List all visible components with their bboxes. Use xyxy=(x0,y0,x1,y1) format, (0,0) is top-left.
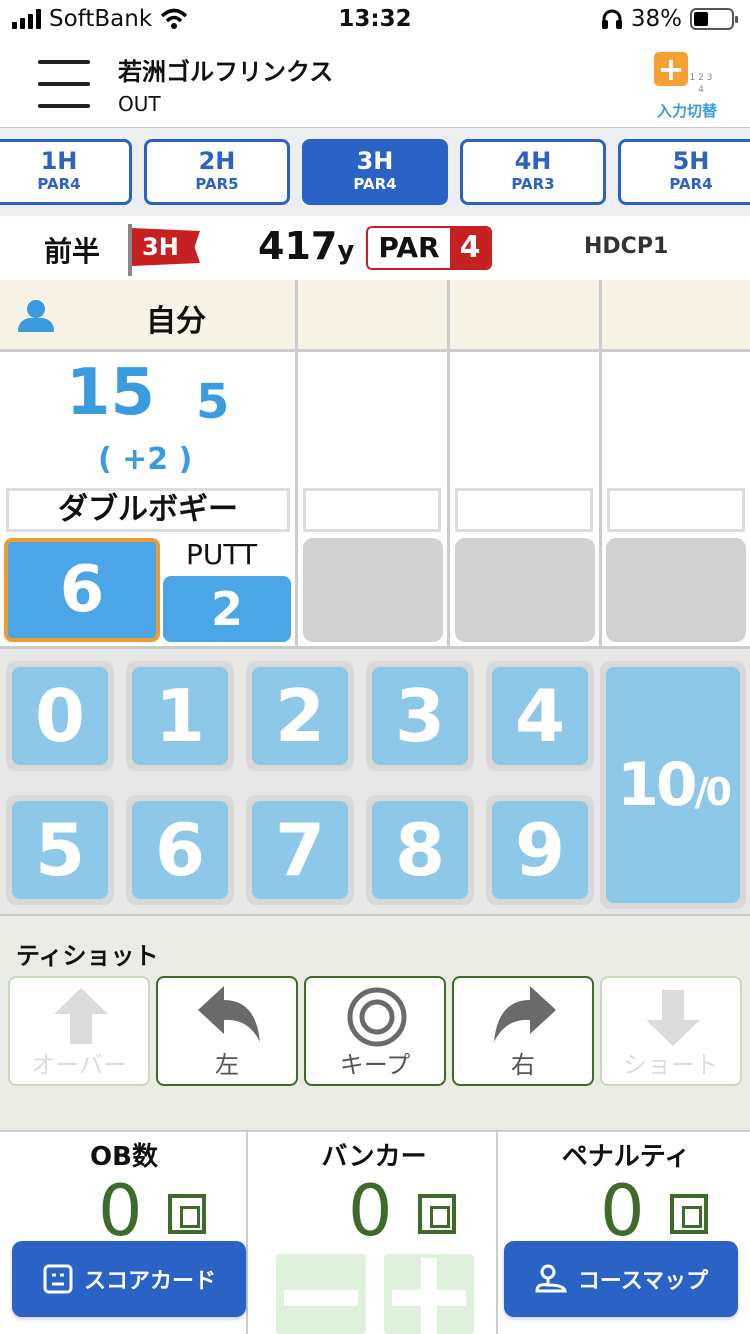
key-1[interactable]: 1 xyxy=(126,661,234,771)
hamburger-menu-icon[interactable] xyxy=(38,58,90,110)
empty-score-input[interactable] xyxy=(606,538,746,642)
status-bar: SoftBank 13:32 38% xyxy=(0,0,750,40)
key-0[interactable]: 0 xyxy=(6,661,114,771)
scorecard-button[interactable]: スコアカード xyxy=(12,1241,246,1317)
empty-player-slot[interactable] xyxy=(298,280,450,352)
tab-hole-1[interactable]: 1H PAR4 xyxy=(0,139,132,205)
tab-hole-2[interactable]: 2H PAR5 xyxy=(144,139,290,205)
flag-hole-label: 3H xyxy=(132,228,200,266)
player-header-row: 自分 xyxy=(0,280,750,352)
course-map-icon xyxy=(535,1264,567,1293)
empty-score-input[interactable] xyxy=(303,538,443,642)
plus-icon: + xyxy=(654,52,688,86)
times-unit-icon xyxy=(418,1194,456,1234)
strokes-input[interactable]: 6 xyxy=(4,538,160,642)
flag-icon: 3H xyxy=(128,224,204,276)
player-column-header[interactable]: 自分 xyxy=(0,280,298,352)
times-unit-icon xyxy=(168,1194,206,1234)
arrow-left-curve-icon xyxy=(198,986,260,1042)
empty-player-slot[interactable] xyxy=(450,280,602,352)
tee-left-button[interactable]: 左 xyxy=(156,976,298,1086)
app-header: 若洲ゴルフリンクス OUT + 1 2 3 4 入力切替 xyxy=(0,40,750,128)
plus-button[interactable] xyxy=(384,1254,474,1334)
tab-hole-3[interactable]: 3H PAR4 xyxy=(302,139,448,205)
tee-shot-title: ティショット xyxy=(16,942,159,970)
headphones-icon xyxy=(601,9,622,29)
key-3[interactable]: 3 xyxy=(366,661,474,771)
half-label: OUT xyxy=(118,92,161,116)
par-badge: PAR 4 xyxy=(366,226,492,270)
key-9[interactable]: 9 xyxy=(486,795,594,905)
user-icon xyxy=(16,300,56,334)
key-5[interactable]: 5 xyxy=(6,795,114,905)
hole-yardage: 417y xyxy=(258,224,355,268)
input-switch-label: 入力切替 xyxy=(656,102,717,120)
course-name: 若洲ゴルフリンクス xyxy=(118,58,334,86)
handicap-label: HDCP1 xyxy=(584,234,669,259)
tee-keep-button[interactable]: キープ xyxy=(304,976,446,1086)
arrow-down-icon xyxy=(646,990,700,1046)
empty-result-name xyxy=(607,488,745,532)
score-area: 15 5 ( +2 ) ダブルボギー 6 PUTT 2 xyxy=(0,352,750,646)
putt-input[interactable]: 2 xyxy=(163,576,291,642)
input-grid-icon: 1 2 3 4 xyxy=(689,73,713,95)
tee-shot-section: ティショット オーバー 左 キープ 右 ショート xyxy=(0,914,750,1130)
input-switch-button[interactable]: + 1 2 3 4 入力切替 xyxy=(652,50,722,122)
tab-hole-4[interactable]: 4H PAR3 xyxy=(460,139,606,205)
putt-label: PUTT xyxy=(186,538,258,571)
key-7[interactable]: 7 xyxy=(246,795,354,905)
hole-tabs: 1H PAR4 2H PAR5 3H PAR4 4H PAR3 5H PAR4 xyxy=(0,128,750,216)
hole-info: 前半 3H 417y PAR 4 HDCP1 xyxy=(0,216,750,280)
times-unit-icon xyxy=(670,1194,708,1234)
key-8[interactable]: 8 xyxy=(366,795,474,905)
total-score: 15 xyxy=(66,356,156,430)
tab-hole-5[interactable]: 5H PAR4 xyxy=(618,139,750,205)
scorecard-icon xyxy=(43,1264,73,1294)
key-10-plus[interactable]: 10/0 xyxy=(600,661,746,909)
target-icon xyxy=(347,987,407,1047)
key-6[interactable]: 6 xyxy=(126,795,234,905)
empty-result-name xyxy=(455,488,593,532)
tee-right-button[interactable]: 右 xyxy=(452,976,594,1086)
battery-icon xyxy=(690,8,738,30)
key-2[interactable]: 2 xyxy=(246,661,354,771)
over-par-total: 5 xyxy=(196,374,230,430)
player-name: 自分 xyxy=(146,304,206,339)
half-title: 前半 xyxy=(44,235,101,268)
course-map-button[interactable]: コースマップ xyxy=(504,1241,738,1317)
arrow-up-icon xyxy=(54,988,108,1044)
number-keypad: 0 1 2 3 4 5 6 7 8 9 10/0 xyxy=(0,646,750,914)
tee-short-button[interactable]: ショート xyxy=(600,976,742,1086)
empty-score-input[interactable] xyxy=(455,538,595,642)
empty-result-name xyxy=(303,488,441,532)
score-result-name: ダブルボギー xyxy=(6,488,290,532)
minus-button[interactable] xyxy=(276,1254,366,1334)
battery-percent: 38% xyxy=(630,6,682,32)
hole-score-diff: ( +2 ) xyxy=(98,442,193,477)
tee-over-button[interactable]: オーバー xyxy=(8,976,150,1086)
arrow-right-curve-icon xyxy=(494,986,556,1042)
key-4[interactable]: 4 xyxy=(486,661,594,771)
